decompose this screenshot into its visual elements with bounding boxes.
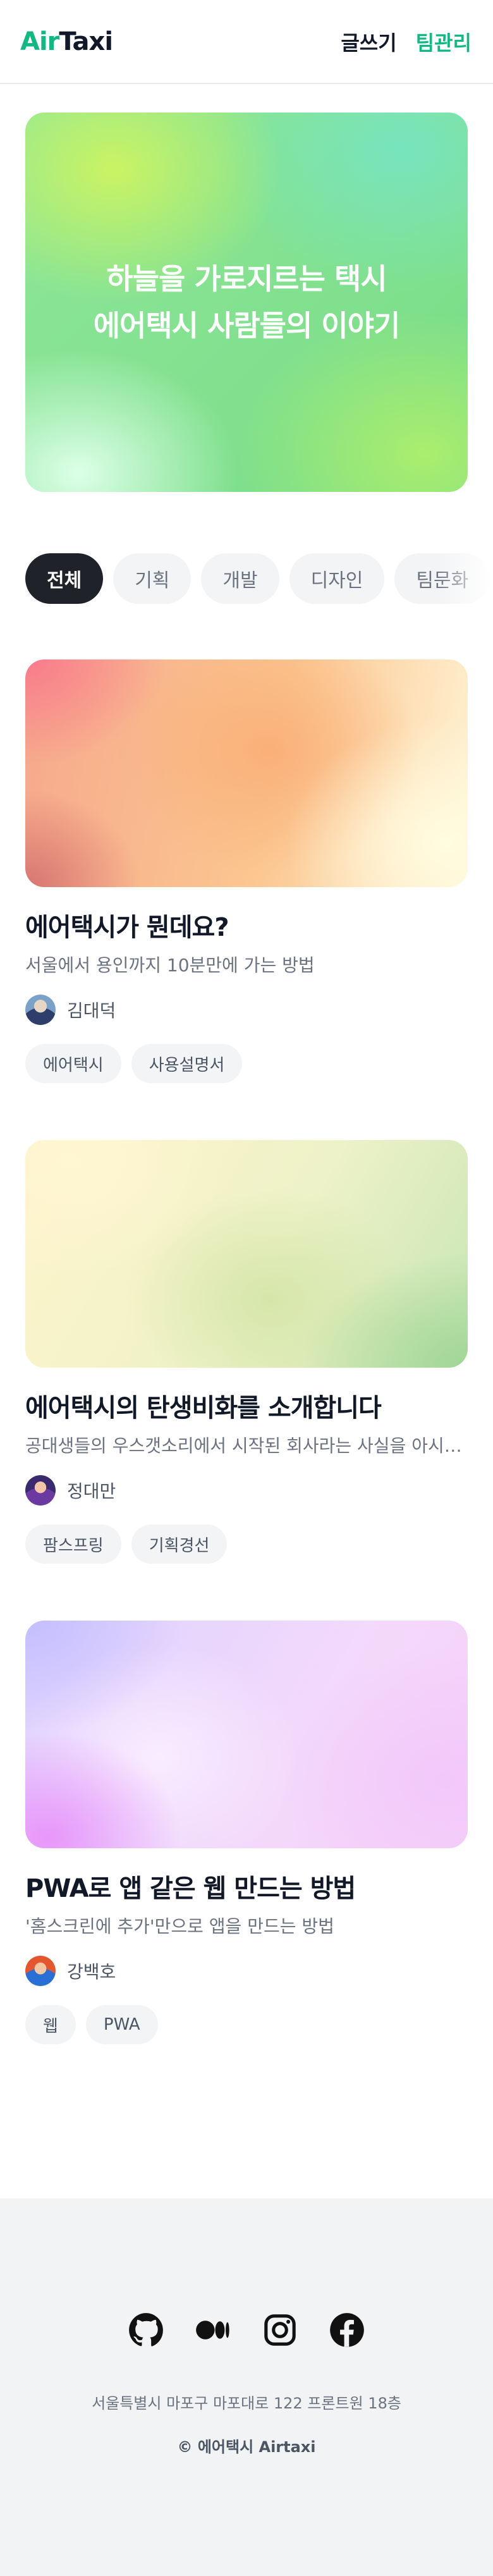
write-link[interactable]: 글쓰기 (341, 27, 396, 56)
logo[interactable]: AirTaxi (20, 27, 113, 56)
post-thumbnail[interactable] (25, 659, 468, 887)
tag-chip[interactable]: 기획경선 (131, 1524, 228, 1564)
tag-chip[interactable]: PWA (85, 2005, 158, 2044)
hero-section: 하늘을 가로지르는 택시 에어택시 사람들의 이야기 (0, 84, 493, 492)
category-tabs: 전체 기획 개발 디자인 팀문화 (0, 553, 493, 604)
team-admin-link[interactable]: 팀관리 (416, 27, 472, 56)
avatar (25, 995, 56, 1025)
post-tags: 웹 PWA (25, 2005, 468, 2044)
post-thumbnail[interactable] (25, 1140, 468, 1368)
category-tab-team-culture[interactable]: 팀문화 (394, 553, 490, 604)
github-icon[interactable] (128, 2312, 164, 2348)
instagram-icon[interactable] (262, 2312, 298, 2348)
tag-chip[interactable]: 웹 (25, 2005, 76, 2044)
post-card[interactable]: 에어택시의 탄생비화를 소개합니다 공대생들의 우스갯소리에서 시작된 회사라는… (25, 1140, 468, 1564)
tag-chip[interactable]: 사용설명서 (131, 1044, 243, 1083)
company-address: 서울특별시 마포구 마포대로 122 프론트원 18층 (92, 2395, 401, 2412)
author-name: 김대덕 (67, 1000, 116, 1021)
category-tab-development[interactable]: 개발 (201, 553, 279, 604)
medium-icon[interactable] (195, 2312, 231, 2348)
hero-banner: 하늘을 가로지르는 택시 에어택시 사람들의 이야기 (25, 113, 468, 492)
post-tags: 팜스프링 기획경선 (25, 1524, 468, 1564)
hero-title-line-1: 하늘을 가로지르는 택시 (106, 262, 387, 296)
post-description: 서울에서 용인까지 10분만에 가는 방법 (25, 955, 315, 976)
post-card[interactable]: PWA로 앱 같은 웹 만드는 방법 '홈스크린에 추가'만으로 앱을 만드는 … (25, 1621, 468, 2044)
post-tags: 에어택시 사용설명서 (25, 1044, 468, 1083)
post-thumbnail[interactable] (25, 1621, 468, 1848)
post-author: 정대만 (25, 1475, 468, 1506)
social-links (128, 2312, 365, 2348)
logo-air-text: Air (20, 27, 59, 56)
page: AirTaxi 글쓰기 팀관리 하늘을 가로지르는 택시 에어택시 사람들의 이… (0, 0, 493, 2576)
post-description: '홈스크린에 추가'만으로 앱을 만드는 방법 (25, 1916, 334, 1937)
post-title[interactable]: 에어택시의 탄생비화를 소개합니다 (25, 1392, 468, 1425)
post-title[interactable]: PWA로 앱 같은 웹 만드는 방법 (25, 1872, 468, 1905)
category-tab-planning[interactable]: 기획 (113, 553, 192, 604)
post-card[interactable]: 에어택시가 뭔데요? 서울에서 용인까지 10분만에 가는 방법 김대덕 에어택… (25, 659, 468, 1083)
category-tab-design[interactable]: 디자인 (289, 553, 385, 604)
top-nav: 글쓰기 팀관리 (341, 27, 472, 56)
copyright-text: © 에어택시 Airtaxi (177, 2438, 316, 2456)
author-name: 정대만 (67, 1481, 116, 1502)
hero-title-line-2: 에어택시 사람들의 이야기 (93, 309, 401, 343)
post-list: 에어택시가 뭔데요? 서울에서 용인까지 10분만에 가는 방법 김대덕 에어택… (0, 604, 493, 2044)
avatar (25, 1475, 56, 1506)
author-name: 강백호 (67, 1961, 116, 1982)
site-footer: 서울특별시 마포구 마포대로 122 프론트원 18층 © 에어택시 Airta… (0, 2199, 493, 2576)
category-tab-all[interactable]: 전체 (25, 553, 104, 604)
post-description: 공대생들의 우스갯소리에서 시작된 회사라는 사실을 아시나요? (25, 1435, 468, 1456)
facebook-icon[interactable] (329, 2312, 365, 2348)
site-header: AirTaxi 글쓰기 팀관리 (0, 0, 493, 84)
post-title[interactable]: 에어택시가 뭔데요? (25, 911, 468, 944)
tag-chip[interactable]: 팜스프링 (25, 1524, 121, 1564)
post-author: 강백호 (25, 1956, 468, 1986)
tag-chip[interactable]: 에어택시 (25, 1044, 121, 1083)
logo-taxi-text: Taxi (59, 27, 113, 56)
post-author: 김대덕 (25, 995, 468, 1025)
avatar (25, 1956, 56, 1986)
